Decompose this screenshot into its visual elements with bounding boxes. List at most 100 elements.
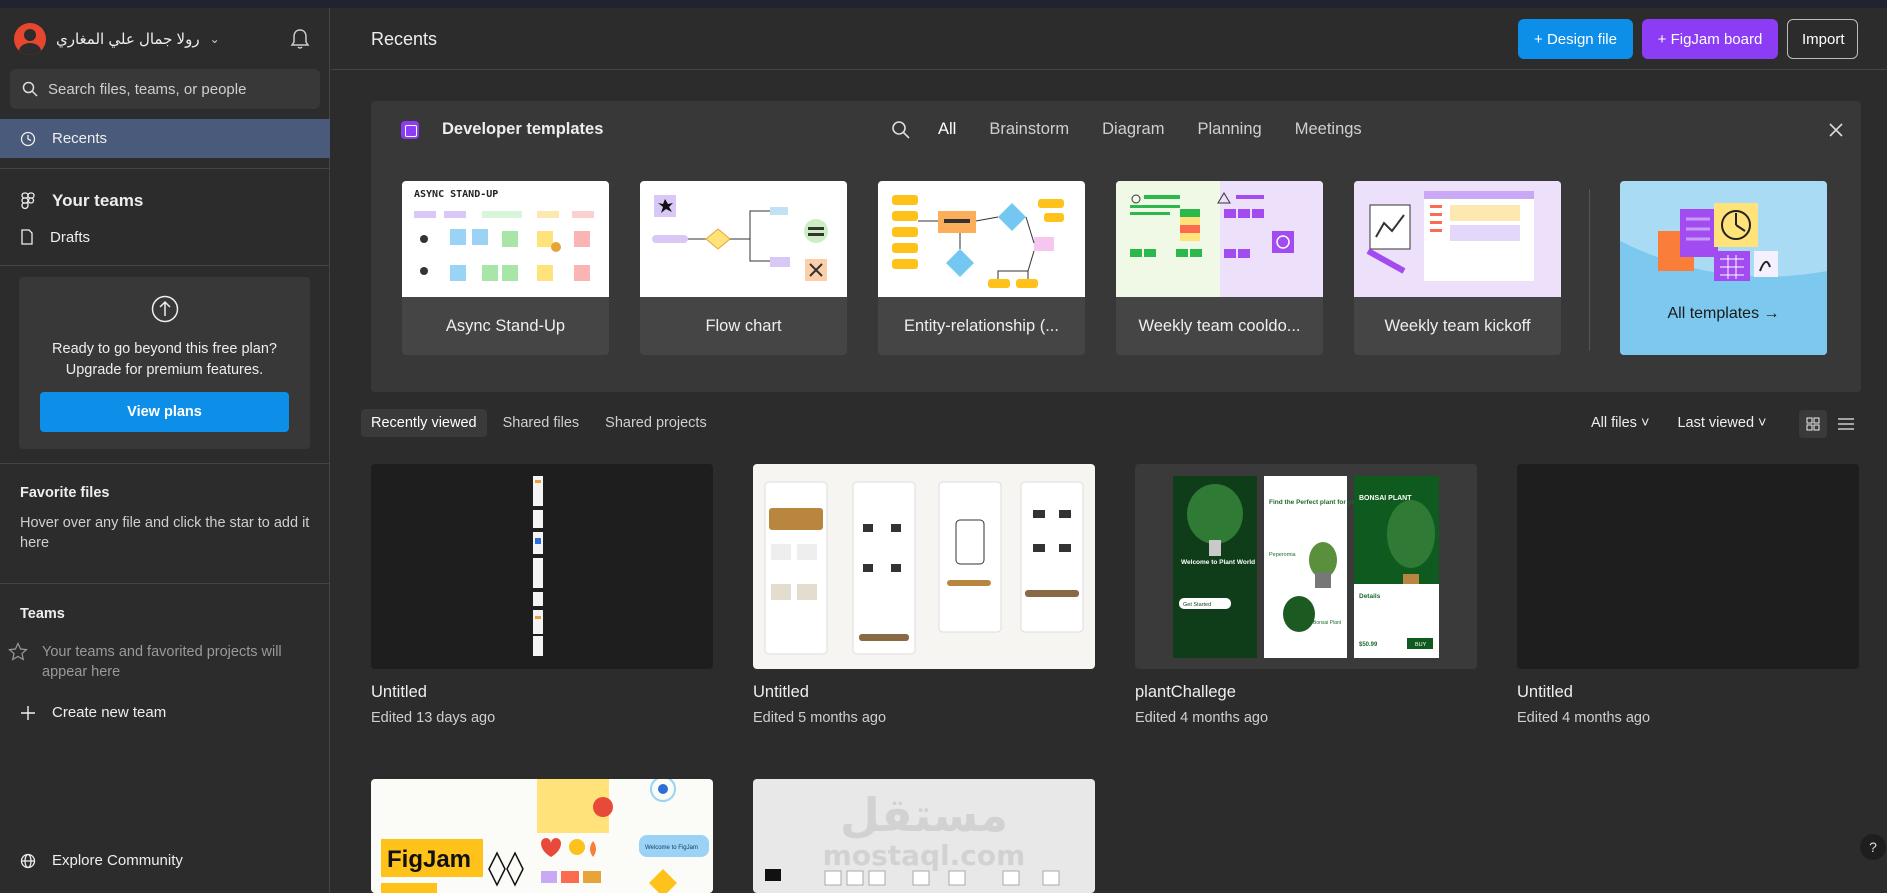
explore-community-link[interactable]: Explore Community	[20, 852, 183, 869]
upgrade-line-2: Upgrade for premium features.	[65, 362, 264, 378]
sort-last-viewed[interactable]: Last viewed ˅	[1677, 415, 1766, 431]
bell-icon[interactable]	[290, 28, 310, 50]
create-team-label: Create new team	[52, 704, 167, 721]
account-switcher[interactable]: رولا جمال علي المغاري ⌄	[14, 23, 220, 55]
create-team-button[interactable]: Create new team	[20, 704, 166, 721]
sidebar-item-label: Your teams	[52, 191, 144, 210]
file-name: Untitled	[1517, 683, 1573, 701]
favorites-title: Favorite files	[20, 485, 110, 501]
star-icon	[8, 642, 28, 661]
plant-bonsai: BONSAI PLANT	[1359, 495, 1412, 502]
welcome-bubble: Welcome to FigJam	[645, 845, 698, 851]
file-filters: All files ˅ Last viewed ˅	[1591, 415, 1767, 431]
template-card-label: Weekly team kickoff	[1384, 317, 1531, 335]
file-card[interactable]: Untitled Edited 13 days ago	[371, 464, 713, 726]
file-card[interactable]: Untitled Edited 5 months ago	[753, 464, 1095, 726]
template-card-label: Async Stand-Up	[445, 317, 566, 335]
explore-label: Explore Community	[52, 852, 183, 869]
page-title: Recents	[371, 29, 438, 49]
plant-welcome: Welcome to Plant World	[1181, 559, 1255, 566]
import-button[interactable]: Import	[1787, 19, 1858, 59]
template-thumbnail	[878, 181, 1085, 297]
grid-view-button[interactable]	[1799, 410, 1827, 438]
divider	[0, 583, 330, 584]
filter-label: All files	[1591, 415, 1637, 431]
file-thumbnail	[371, 464, 713, 669]
file-name: Untitled	[371, 683, 427, 701]
all-templates-card[interactable]: All templates →	[1620, 181, 1827, 355]
upgrade-line-1: Ready to go beyond this free plan?	[52, 341, 277, 357]
file-edited: Edited 13 days ago	[371, 710, 496, 726]
file-card[interactable]: Welcome to Plant World Get Started Find …	[1135, 464, 1477, 726]
plant-bonsai-plant: Bonsai Plant	[1313, 620, 1342, 626]
header-divider	[331, 69, 1887, 70]
view-plans-button[interactable]: View plans	[40, 392, 289, 432]
file-card[interactable]: مستقل mostaql.com	[753, 779, 1095, 893]
plant-buy: BUY	[1415, 642, 1427, 648]
new-design-file-button[interactable]: + Design file	[1518, 19, 1633, 59]
file-thumbnail	[753, 464, 1095, 669]
plant-details: Details	[1359, 593, 1381, 600]
file-card[interactable]: Untitled Edited 4 months ago	[1517, 464, 1859, 726]
filter-all-files[interactable]: All files ˅	[1591, 415, 1649, 431]
close-icon[interactable]	[1827, 121, 1845, 139]
grid-icon	[1806, 417, 1820, 431]
tab-meetings[interactable]: Meetings	[1295, 120, 1362, 139]
all-templates-label: All templates →	[1667, 305, 1780, 322]
sidebar-item-your-teams[interactable]: Your teams	[0, 186, 330, 216]
search-icon	[22, 81, 38, 97]
template-card-async-standup[interactable]: ASYNC STAND-UP Async Stand-Up	[402, 181, 609, 355]
tab-all[interactable]: All	[938, 120, 956, 139]
file-edited: Edited 4 months ago	[1517, 710, 1651, 726]
file-thumbnail: FigJam Welcome to FigJam	[371, 779, 713, 893]
divider	[0, 265, 330, 266]
chevron-down-icon: ˅	[1758, 415, 1767, 431]
file-thumbnail	[1517, 464, 1859, 669]
help-button[interactable]: ?	[1860, 834, 1886, 860]
plus-icon	[21, 705, 35, 720]
clock-icon	[20, 131, 36, 146]
tab-shared-files[interactable]: Shared files	[493, 409, 590, 437]
tab-diagram[interactable]: Diagram	[1102, 120, 1164, 139]
tab-brainstorm[interactable]: Brainstorm	[989, 120, 1069, 139]
sidebar-item-drafts[interactable]: Drafts	[0, 222, 330, 252]
sidebar-item-label: Recents	[52, 130, 108, 147]
search-box[interactable]	[10, 69, 320, 109]
sidebar-item-recents[interactable]: Recents	[0, 119, 330, 158]
tab-shared-projects[interactable]: Shared projects	[595, 409, 717, 437]
list-view-icon[interactable]	[1836, 414, 1856, 434]
teams-title: Teams	[20, 606, 65, 622]
tab-planning[interactable]: Planning	[1197, 120, 1261, 139]
template-thumbnail	[1116, 181, 1323, 297]
plant-peperomia: Peperomia	[1269, 552, 1297, 558]
file-tabs: Recently viewed Shared files Shared proj…	[361, 409, 717, 437]
sort-label: Last viewed	[1677, 415, 1755, 431]
file-card[interactable]: FigJam Welcome to FigJam	[371, 779, 713, 893]
watermark-arabic: مستقل	[840, 788, 1008, 842]
file-edited: Edited 5 months ago	[753, 710, 887, 726]
file-thumbnail: Welcome to Plant World Get Started Find …	[1135, 464, 1477, 669]
figjam-logo: FigJam	[387, 846, 471, 873]
chevron-down-icon: ˅	[1640, 415, 1650, 431]
template-card-label: Flow chart	[705, 317, 782, 335]
divider	[0, 168, 330, 169]
teams-empty-state: Your teams and favorited projects will a…	[8, 642, 312, 682]
sidebar-item-label: Drafts	[50, 228, 91, 246]
new-figjam-board-button[interactable]: + FigJam board	[1642, 19, 1778, 59]
file-icon	[21, 229, 33, 245]
figma-icon	[21, 192, 35, 210]
template-card-label: Weekly team cooldo...	[1138, 317, 1301, 335]
template-card-entity-relationship[interactable]: Entity-relationship (...	[878, 181, 1085, 355]
template-card-flow-chart[interactable]: Flow chart	[640, 181, 847, 355]
main-content: Recents + Design file + FigJam board Imp…	[331, 8, 1887, 893]
favorites-hint: Hover over any file and click the star t…	[20, 515, 310, 551]
template-card-weekly-kickoff[interactable]: Weekly team kickoff	[1354, 181, 1561, 355]
search-icon[interactable]	[891, 120, 911, 140]
avatar	[14, 23, 46, 55]
template-thumbnail	[1354, 181, 1561, 297]
file-edited: Edited 4 months ago	[1135, 710, 1269, 726]
template-card-weekly-cooldown[interactable]: Weekly team cooldo...	[1116, 181, 1323, 355]
tab-recently-viewed[interactable]: Recently viewed	[361, 409, 487, 437]
search-input[interactable]	[48, 80, 308, 98]
file-thumbnail: مستقل mostaql.com	[753, 779, 1095, 893]
